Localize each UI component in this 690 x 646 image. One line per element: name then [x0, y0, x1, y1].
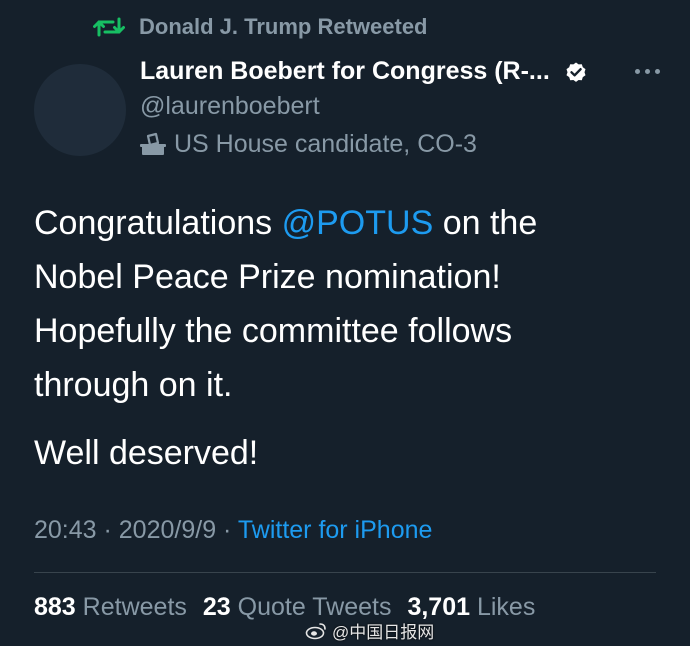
likes-count: 3,701: [407, 593, 471, 621]
engagement-stats: 883 Retweets 23 Quote Tweets 3,701 Likes: [34, 593, 535, 622]
tweet-meta: 20:43 · 2020/9/9 · Twitter for iPhone: [34, 516, 432, 545]
retweet-label: Donald J. Trump Retweeted: [139, 14, 428, 39]
ballot-box-icon: [140, 132, 166, 155]
mention-link[interactable]: @POTUS: [282, 204, 434, 242]
verified-badge-icon: [566, 62, 586, 82]
retweet-context[interactable]: Donald J. Trump Retweeted: [93, 14, 428, 40]
tweet-time[interactable]: 20:43: [34, 516, 97, 544]
avatar[interactable]: [34, 64, 126, 156]
retweets-label: Retweets: [82, 593, 187, 621]
weibo-logo-icon: [305, 622, 326, 639]
divider: [34, 572, 656, 573]
tweet-paragraph: Congratulations @POTUS on the Nobel Peac…: [34, 196, 634, 412]
watermark: @中国日报网: [305, 618, 434, 643]
candidate-label: US House candidate, CO-3: [174, 130, 477, 158]
author-display-name[interactable]: Lauren Boebert for Congress (R-...: [140, 57, 550, 86]
tweet-text-start: Congratulations: [34, 204, 282, 242]
quote-label: Quote Tweets: [237, 593, 392, 621]
retweet-icon: [93, 17, 125, 37]
author-handle[interactable]: @laurenboebert: [140, 92, 320, 121]
meta-separator-2: ·: [216, 516, 238, 544]
tweet-page: Donald J. Trump Retweeted Lauren Boebert…: [0, 0, 690, 646]
likes-label: Likes: [476, 593, 536, 621]
retweets-count: 883: [34, 593, 76, 621]
meta-separator: ·: [96, 516, 119, 544]
author-name-row: Lauren Boebert for Congress (R-...: [140, 57, 660, 86]
tweet-second-paragraph: Well deserved!: [34, 434, 259, 472]
watermark-text: @中国日报网: [332, 623, 435, 642]
tweet-source-link[interactable]: Twitter for iPhone: [238, 516, 433, 544]
tweet-body: Congratulations @POTUS on the Nobel Peac…: [34, 196, 634, 480]
more-options-icon[interactable]: [635, 61, 660, 81]
quote-count: 23: [202, 593, 231, 621]
tweet-date[interactable]: 2020/9/9: [119, 516, 216, 544]
retweets-stat[interactable]: 883 Retweets: [34, 593, 187, 622]
candidate-label-row: US House candidate, CO-3: [139, 130, 477, 159]
